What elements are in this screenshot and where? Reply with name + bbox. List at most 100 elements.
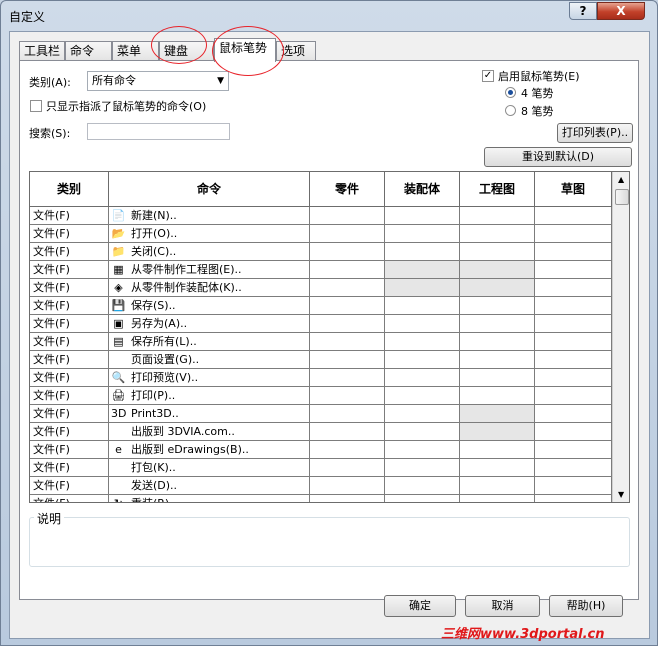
category-cell[interactable]: 文件(F) — [30, 297, 109, 315]
command-cell[interactable]: 🖨 打印(P).. — [109, 387, 310, 405]
assembly-gesture-cell[interactable] — [385, 243, 460, 261]
sketch-gesture-cell[interactable] — [535, 315, 612, 333]
tab-keyboard[interactable]: 键盘 — [159, 41, 214, 61]
category-cell[interactable]: 文件(F) — [30, 207, 109, 225]
table-row[interactable]: 文件(F) 📂 打开(O).. — [30, 225, 612, 243]
drawing-gesture-cell[interactable] — [460, 405, 535, 423]
command-cell[interactable]: 3D Print3D.. — [109, 405, 310, 423]
part-gesture-cell[interactable] — [310, 477, 385, 495]
scroll-thumb[interactable] — [615, 189, 629, 205]
tab-options[interactable]: 选项 — [276, 41, 316, 61]
assembly-gesture-cell[interactable] — [385, 207, 460, 225]
assembly-gesture-cell[interactable] — [385, 423, 460, 441]
only-assigned-checkbox[interactable] — [30, 100, 42, 112]
assembly-gesture-cell[interactable] — [385, 279, 460, 297]
command-cell[interactable]: 打包(K).. — [109, 459, 310, 477]
category-cell[interactable]: 文件(F) — [30, 459, 109, 477]
category-cell[interactable]: 文件(F) — [30, 477, 109, 495]
drawing-gesture-cell[interactable] — [460, 351, 535, 369]
drawing-gesture-cell[interactable] — [460, 477, 535, 495]
part-gesture-cell[interactable] — [310, 315, 385, 333]
category-cell[interactable]: 文件(F) — [30, 423, 109, 441]
sketch-gesture-cell[interactable] — [535, 495, 612, 502]
command-cell[interactable]: ▦ 从零件制作工程图(E).. — [109, 261, 310, 279]
sketch-gesture-cell[interactable] — [535, 261, 612, 279]
cancel-button[interactable]: 取消 — [465, 595, 540, 617]
command-cell[interactable]: 发送(D).. — [109, 477, 310, 495]
column-header-sketch[interactable]: 草图 — [535, 172, 612, 207]
drawing-gesture-cell[interactable] — [460, 495, 535, 502]
sketch-gesture-cell[interactable] — [535, 423, 612, 441]
tab-mouse-gestures[interactable]: 鼠标笔势 — [214, 38, 276, 62]
column-header-part[interactable]: 零件 — [310, 172, 385, 207]
drawing-gesture-cell[interactable] — [460, 297, 535, 315]
drawing-gesture-cell[interactable] — [460, 315, 535, 333]
table-row[interactable]: 文件(F) ▣ 另存为(A).. — [30, 315, 612, 333]
command-cell[interactable]: 💾 保存(S).. — [109, 297, 310, 315]
table-row[interactable]: 文件(F) ▤ 保存所有(L).. — [30, 333, 612, 351]
drawing-gesture-cell[interactable] — [460, 369, 535, 387]
assembly-gesture-cell[interactable] — [385, 441, 460, 459]
part-gesture-cell[interactable] — [310, 495, 385, 502]
part-gesture-cell[interactable] — [310, 207, 385, 225]
table-row[interactable]: 文件(F)↻ 重装(R).. — [30, 495, 612, 502]
category-select[interactable]: 所有命令 ▼ — [87, 71, 229, 91]
sketch-gesture-cell[interactable] — [535, 369, 612, 387]
help-button[interactable]: 帮助(H) — [549, 595, 623, 617]
part-gesture-cell[interactable] — [310, 243, 385, 261]
category-cell[interactable]: 文件(F) — [30, 333, 109, 351]
assembly-gesture-cell[interactable] — [385, 405, 460, 423]
sketch-gesture-cell[interactable] — [535, 387, 612, 405]
category-cell[interactable]: 文件(F) — [30, 243, 109, 261]
vertical-scrollbar[interactable]: ▲ ▼ — [612, 172, 629, 502]
part-gesture-cell[interactable] — [310, 225, 385, 243]
assembly-gesture-cell[interactable] — [385, 297, 460, 315]
part-gesture-cell[interactable] — [310, 333, 385, 351]
drawing-gesture-cell[interactable] — [460, 333, 535, 351]
drawing-gesture-cell[interactable] — [460, 225, 535, 243]
table-row[interactable]: 文件(F) 📁 关闭(C).. — [30, 243, 612, 261]
part-gesture-cell[interactable] — [310, 297, 385, 315]
table-row[interactable]: 文件(F) 📄 新建(N).. — [30, 207, 612, 225]
drawing-gesture-cell[interactable] — [460, 243, 535, 261]
ok-button[interactable]: 确定 — [384, 595, 456, 617]
category-cell[interactable]: 文件(F) — [30, 495, 109, 502]
sketch-gesture-cell[interactable] — [535, 279, 612, 297]
table-row[interactable]: 文件(F) 💾 保存(S).. — [30, 297, 612, 315]
command-cell[interactable]: 📁 关闭(C).. — [109, 243, 310, 261]
print-list-button[interactable]: 打印列表(P).. — [557, 123, 633, 143]
part-gesture-cell[interactable] — [310, 405, 385, 423]
command-cell[interactable]: 出版到 3DVIA.com.. — [109, 423, 310, 441]
reset-default-button[interactable]: 重设到默认(D) — [484, 147, 632, 167]
tab-commands[interactable]: 命令 — [65, 41, 112, 61]
close-button[interactable]: X — [597, 2, 645, 20]
search-input[interactable] — [87, 123, 230, 140]
table-row[interactable]: 文件(F) 🖨 打印(P).. — [30, 387, 612, 405]
sketch-gesture-cell[interactable] — [535, 351, 612, 369]
command-cell[interactable]: ▤ 保存所有(L).. — [109, 333, 310, 351]
column-header-drawing[interactable]: 工程图 — [460, 172, 535, 207]
table-row[interactable]: 文件(F) 3D Print3D.. — [30, 405, 612, 423]
command-cell[interactable]: ▣ 另存为(A).. — [109, 315, 310, 333]
drawing-gesture-cell[interactable] — [460, 441, 535, 459]
column-header-assembly[interactable]: 装配体 — [385, 172, 460, 207]
part-gesture-cell[interactable] — [310, 351, 385, 369]
drawing-gesture-cell[interactable] — [460, 207, 535, 225]
sketch-gesture-cell[interactable] — [535, 207, 612, 225]
category-cell[interactable]: 文件(F) — [30, 405, 109, 423]
category-cell[interactable]: 文件(F) — [30, 351, 109, 369]
drawing-gesture-cell[interactable] — [460, 387, 535, 405]
scroll-up-icon[interactable]: ▲ — [618, 175, 624, 184]
table-row[interactable]: 文件(F) 发送(D).. — [30, 477, 612, 495]
category-cell[interactable]: 文件(F) — [30, 369, 109, 387]
assembly-gesture-cell[interactable] — [385, 315, 460, 333]
part-gesture-cell[interactable] — [310, 441, 385, 459]
command-cell[interactable]: ↻ 重装(R).. — [109, 495, 310, 502]
command-cell[interactable]: ◈ 从零件制作装配体(K).. — [109, 279, 310, 297]
assembly-gesture-cell[interactable] — [385, 351, 460, 369]
drawing-gesture-cell[interactable] — [460, 423, 535, 441]
category-cell[interactable]: 文件(F) — [30, 387, 109, 405]
assembly-gesture-cell[interactable] — [385, 333, 460, 351]
part-gesture-cell[interactable] — [310, 387, 385, 405]
sketch-gesture-cell[interactable] — [535, 333, 612, 351]
